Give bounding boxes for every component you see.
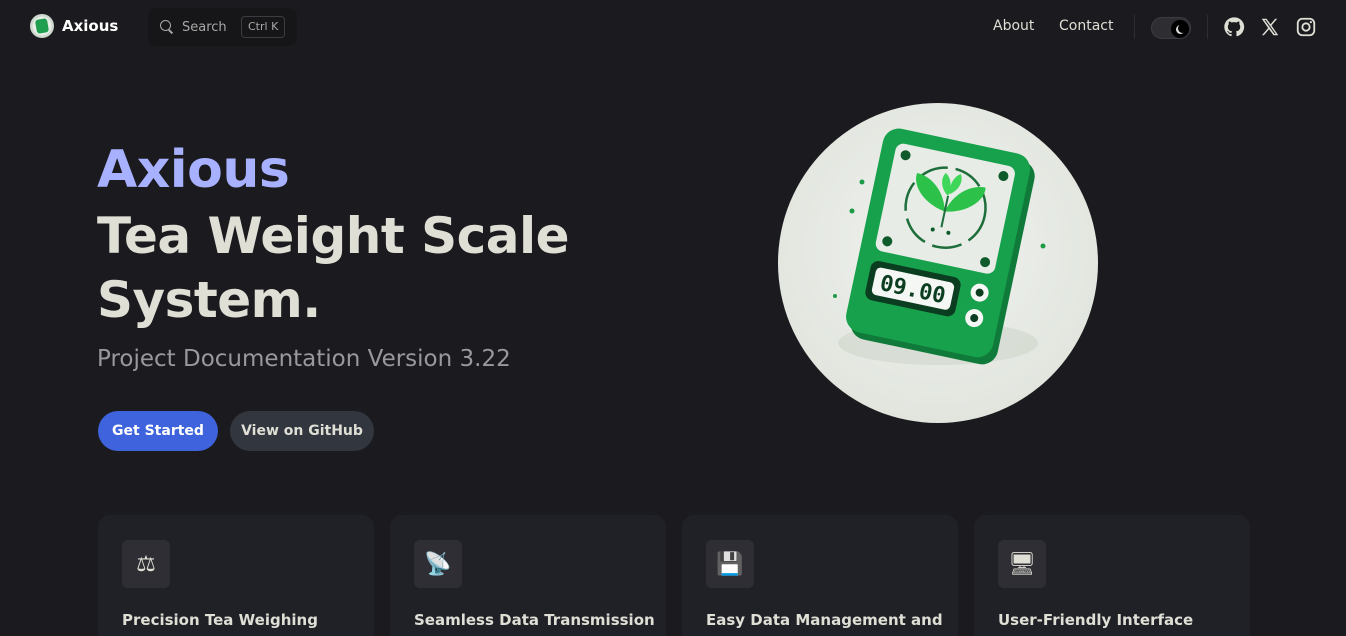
search-button[interactable]: Search Ctrl K (148, 8, 297, 46)
feature-title: Precision Tea Weighing (122, 611, 318, 629)
floppy-disk-icon: 💾 (706, 540, 754, 588)
theme-toggle[interactable] (1151, 17, 1191, 39)
nav-divider (1134, 15, 1135, 39)
nav-divider (1207, 15, 1208, 39)
get-started-button[interactable]: Get Started (98, 411, 218, 451)
feature-card: 💾 Easy Data Management and (682, 515, 958, 636)
feature-title: Seamless Data Transmission (414, 611, 655, 629)
feature-title: Easy Data Management and (706, 611, 943, 629)
hero-title: Tea Weight Scale System. (97, 207, 570, 329)
github-icon[interactable] (1223, 16, 1245, 38)
view-on-github-button[interactable]: View on GitHub (230, 411, 374, 451)
toggle-knob (1171, 20, 1189, 38)
brand-name: Axious (62, 17, 119, 35)
brand-link[interactable]: Axious (30, 14, 118, 38)
search-label: Search (182, 19, 227, 35)
x-icon[interactable] (1259, 16, 1281, 38)
hero-tagline: Project Documentation Version 3.22 (97, 346, 511, 372)
tea-scale-illustration: 09.00 (833, 128, 1046, 365)
search-shortcut: Ctrl K (241, 16, 286, 38)
nav-link-about[interactable]: About (993, 18, 1034, 34)
instagram-icon[interactable] (1295, 16, 1317, 38)
logo-icon (30, 14, 54, 38)
monitor-icon: 🖥 (998, 540, 1046, 588)
search-icon (160, 20, 174, 34)
nav-link-contact[interactable]: Contact (1059, 18, 1113, 34)
feature-card: 🖥 User-Friendly Interface (974, 515, 1250, 636)
moon-icon (1178, 24, 1187, 33)
top-nav: Axious Search Ctrl K About Contact (0, 0, 1346, 54)
hero-image: 09.00 (778, 103, 1098, 423)
feature-card: 📡 Seamless Data Transmission (390, 515, 666, 636)
satellite-dish-icon: 📡 (414, 540, 462, 588)
feature-title: User-Friendly Interface (998, 611, 1194, 629)
feature-card: ⚖ Precision Tea Weighing (98, 515, 374, 636)
scale-icon: ⚖ (122, 540, 170, 588)
hero-name: Axious (97, 140, 290, 200)
